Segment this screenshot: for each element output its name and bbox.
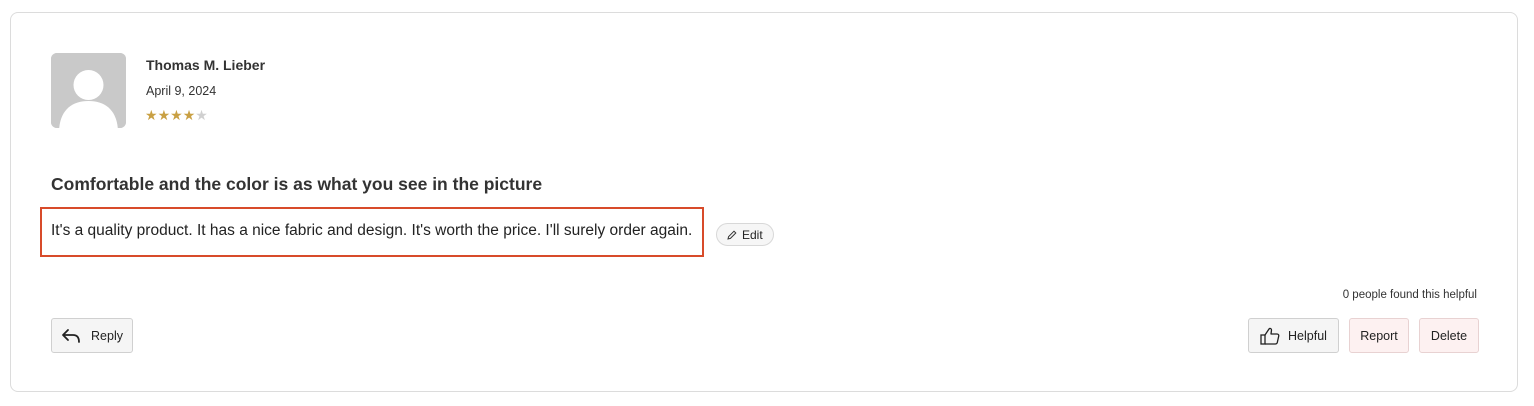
- thumbs-up-icon: [1260, 327, 1280, 345]
- report-button[interactable]: Report: [1349, 318, 1409, 353]
- star-icon: ★: [145, 107, 158, 123]
- edit-label: Edit: [742, 227, 763, 242]
- star-rating: ★★★★★: [145, 107, 208, 123]
- review-card: Thomas M. Lieber April 9, 2024 ★★★★★ Com…: [10, 12, 1518, 392]
- delete-label: Delete: [1430, 328, 1468, 343]
- review-title: Comfortable and the color is as what you…: [51, 174, 543, 194]
- reply-label: Reply: [91, 328, 123, 343]
- reply-arrow-icon: [62, 328, 80, 343]
- helpful-count: 0 people found this helpful: [1342, 289, 1477, 301]
- star-icon: ★: [182, 107, 196, 123]
- star-empty-icon: ★: [195, 107, 208, 123]
- edit-button[interactable]: Edit: [716, 223, 774, 246]
- helpful-label: Helpful: [1288, 328, 1327, 343]
- reviewer-name: Thomas M. Lieber: [146, 57, 266, 73]
- pencil-icon: [727, 229, 737, 240]
- star-icon: ★: [157, 107, 171, 123]
- delete-button[interactable]: Delete: [1419, 318, 1479, 353]
- report-label: Report: [1360, 328, 1398, 343]
- reply-button[interactable]: Reply: [51, 318, 133, 353]
- review-date: April 9, 2024: [146, 84, 217, 98]
- star-icon: ★: [170, 107, 183, 123]
- user-placeholder-icon: [51, 53, 126, 128]
- avatar: [51, 53, 126, 128]
- helpful-button[interactable]: Helpful: [1248, 318, 1339, 353]
- review-body: It's a quality product. It has a nice fa…: [51, 222, 693, 239]
